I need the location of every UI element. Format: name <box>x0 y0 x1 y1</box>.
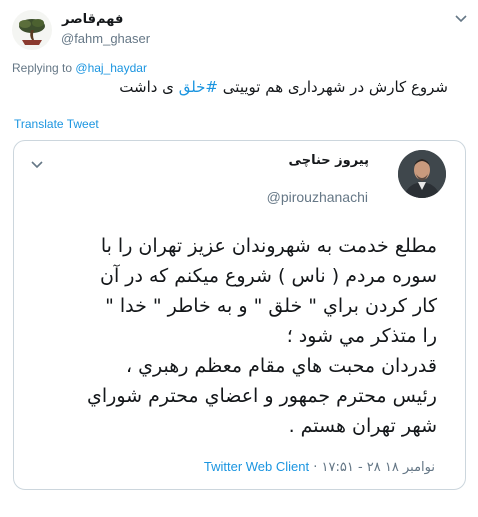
quoted-avatar[interactable] <box>398 150 446 198</box>
chevron-down-icon[interactable] <box>30 160 44 170</box>
chevron-down-icon[interactable] <box>454 14 468 24</box>
quoted-text-line: قدردان محبت هاي مقام معظم رهبري ، <box>125 355 437 377</box>
bonsai-tree-icon <box>19 19 45 45</box>
quoted-text-line: رئيس محترم جمهور و اعضاي محترم شوراي <box>87 385 437 407</box>
tweet-text-before: شروع کارش در شهرداری هم توییتی <box>218 78 448 96</box>
quoted-tweet-text: مطلع خدمت به شهروندان عزيز تهران را با س… <box>37 231 437 441</box>
client-link[interactable]: Twitter Web Client <box>204 459 309 474</box>
quoted-text-line: سوره مردم ( ناس ) شروع ميكنم كه در آن <box>100 265 437 287</box>
replying-to-line: Replying to @haj_haydar <box>12 61 147 75</box>
tweet-text: شروع کارش در شهرداری هم توییتی #خلق ی دا… <box>119 78 448 96</box>
user-handle[interactable]: @fahm_ghaser <box>61 31 150 46</box>
footer-separator: · <box>309 460 322 475</box>
quoted-timestamp[interactable]: ۱۷:۵۱ - ۲۸ نوامبر ۱۸ <box>322 460 435 475</box>
quoted-tweet-card[interactable]: پیروز حناچی @pirouzhanachi مطلع خدمت به … <box>13 140 466 490</box>
quoted-display-name[interactable]: پیروز حناچی <box>289 153 369 168</box>
quoted-text-line: مطلع خدمت به شهروندان عزيز تهران را با <box>100 235 437 257</box>
quoted-user-handle[interactable]: @pirouzhanachi <box>267 189 368 205</box>
quoted-text-line: كار كردن براي " خلق " و به خاطر " خدا " <box>105 295 437 317</box>
hashtag-link[interactable]: #خلق <box>179 78 218 96</box>
avatar[interactable] <box>12 10 52 50</box>
tweet-text-after: ی داشت <box>119 78 179 96</box>
quoted-tweet-footer: Twitter Web Client · ۱۷:۵۱ - ۲۸ نوامبر ۱… <box>204 459 435 475</box>
display-name[interactable]: فهم‌قاصر <box>62 12 123 27</box>
quoted-text-line: شهر تهران هستم . <box>288 415 437 437</box>
quoted-text-line: را متذكر مي شود ؛ <box>286 325 437 347</box>
translate-tweet-link[interactable]: Translate Tweet <box>14 117 99 131</box>
portrait-icon <box>398 150 446 198</box>
replying-prefix: Replying to <box>12 61 73 75</box>
replying-to-mention[interactable]: @haj_haydar <box>75 61 147 75</box>
